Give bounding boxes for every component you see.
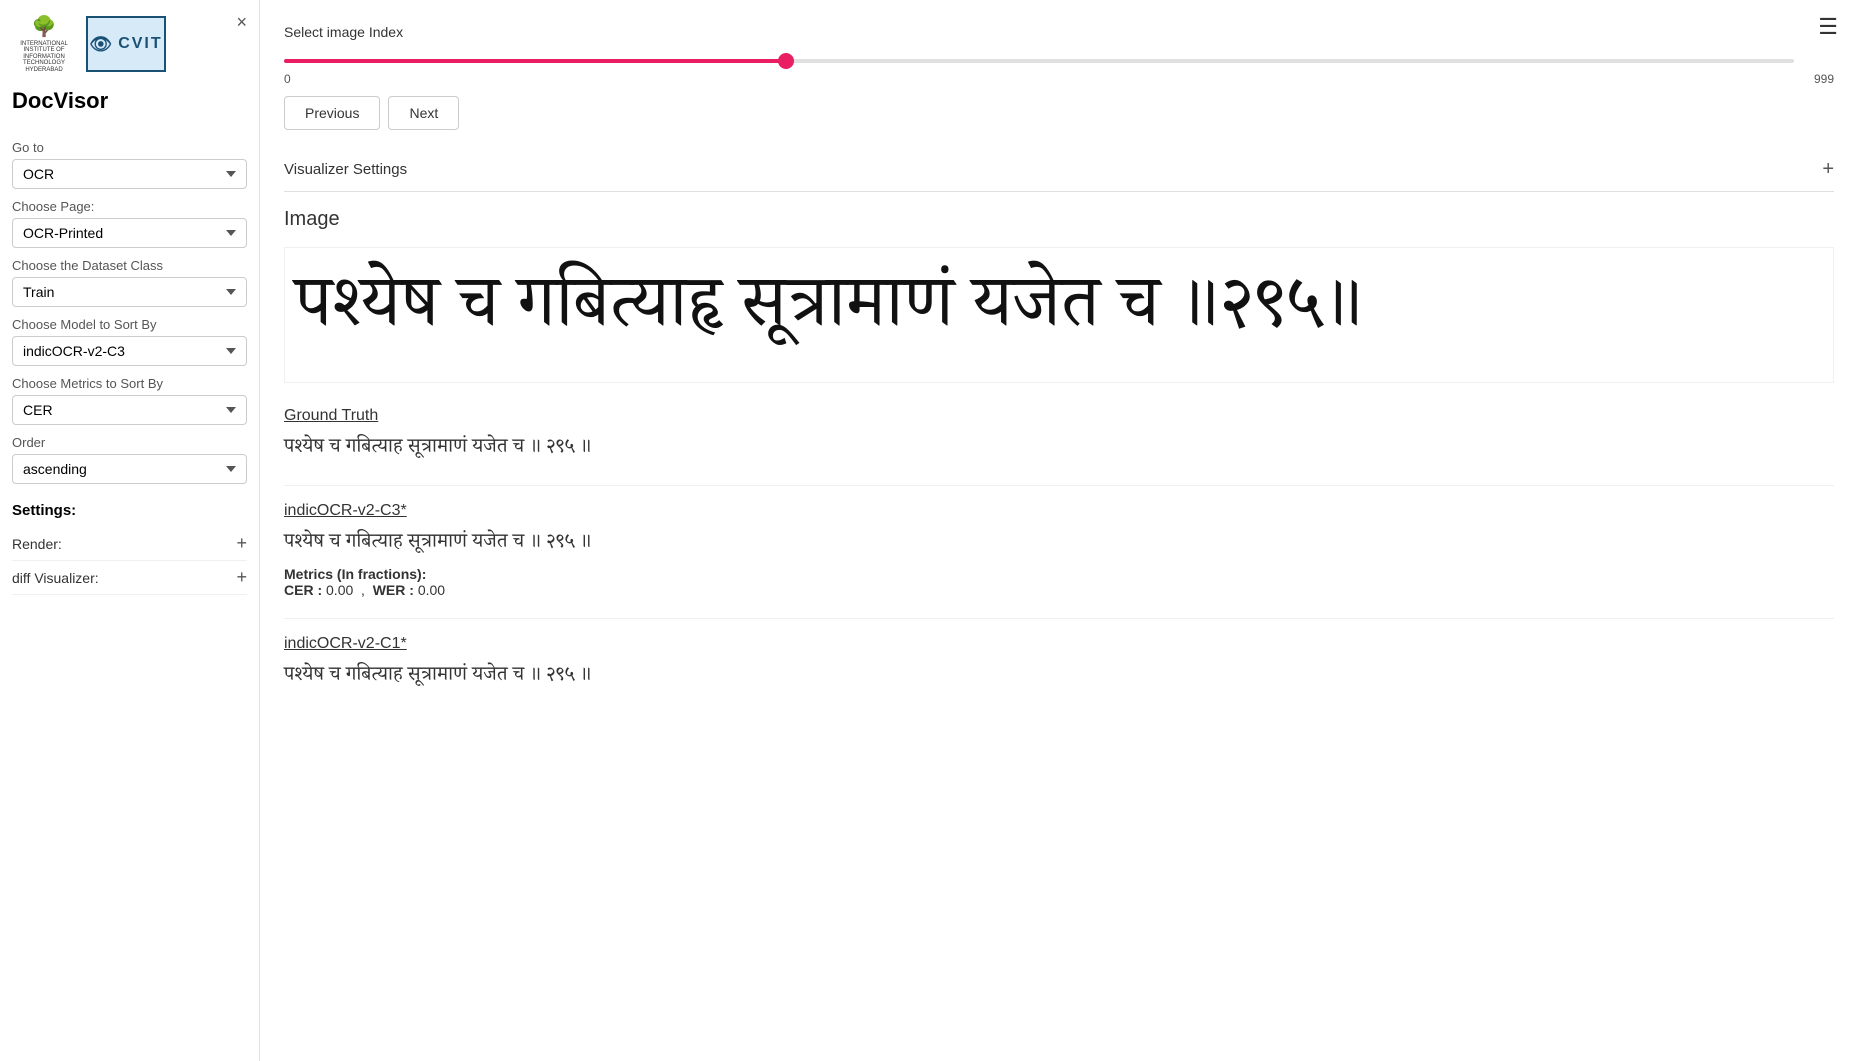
render-setting-row: Render: + [12,527,247,561]
slider-min-label: 0 [284,72,291,86]
cvit-logo: 👁 CVIT [86,16,166,72]
model1-wer-label: WER : [373,582,414,598]
model2-result-text: पश्येष च गबित्याह सूत्रामाणं यजेत च ॥ २९… [284,661,1834,693]
ground-truth-text: पश्येष च गबित्याह सूत्रामाणं यजेत च ॥ २९… [284,433,1834,465]
visualizer-settings-header[interactable]: Visualizer Settings + [284,148,1834,192]
model2-result-section: indicOCR-v2-C1* पश्येष च गबित्याह सूत्रा… [284,635,1834,693]
dataset-select[interactable]: Train Test Validation [12,277,247,307]
metrics-sort-select[interactable]: CER WER [12,395,247,425]
image-section-title: Image [284,208,1834,231]
divider-1 [284,485,1834,486]
tree-icon: 🌳 [32,15,57,39]
page-label: Choose Page: [12,199,247,214]
cvit-logo-text: CVIT [118,35,162,53]
model-sort-select[interactable]: indicOCR-v2-C3 indicOCR-v2-C1 indicOCR-v… [12,336,247,366]
ground-truth-section: Ground Truth पश्येष च गबित्याह सूत्रामाण… [284,407,1834,465]
app-title: DocVisor [12,88,247,114]
divider-2 [284,618,1834,619]
main-content: ☰ Select image Index 0 999 Previous Next… [260,0,1858,1061]
page-select[interactable]: OCR-Printed OCR-Handwritten [12,218,247,248]
model1-result-section: indicOCR-v2-C3* पश्येष च गबित्याह सूत्रा… [284,502,1834,598]
model1-cer-label: CER : [284,582,322,598]
close-button[interactable]: × [236,12,247,33]
model1-wer-value: 0.00 [418,582,445,598]
goto-label: Go to [12,140,247,155]
logos-container: 🌳 INTERNATIONAL INSTITUTE OF INFORMATION… [12,16,247,72]
image-index-slider[interactable] [284,59,1794,63]
eye-icon: 👁 [89,34,114,55]
settings-title: Settings: [12,502,247,519]
slider-max-label: 999 [1814,72,1834,86]
dataset-label: Choose the Dataset Class [12,258,247,273]
hamburger-menu-icon[interactable]: ☰ [1818,14,1838,40]
model1-title: indicOCR-v2-C3* [284,502,1834,520]
settings-section: Settings: Render: + diff Visualizer: + [12,502,247,595]
diff-label: diff Visualizer: [12,570,99,586]
render-expand-button[interactable]: + [236,533,247,554]
diff-setting-row: diff Visualizer: + [12,561,247,595]
visualizer-settings-label: Visualizer Settings [284,161,407,178]
previous-button[interactable]: Previous [284,96,380,130]
visualizer-expand-icon: + [1822,158,1834,181]
iiit-logo-text: INTERNATIONAL INSTITUTE OF INFORMATION T… [12,41,76,74]
next-button[interactable]: Next [388,96,459,130]
model2-title: indicOCR-v2-C1* [284,635,1834,653]
slider-range: 0 999 [284,72,1834,86]
goto-select[interactable]: OCR Layout Segmentation [12,159,247,189]
slider-label: Select image Index [284,24,1834,40]
order-label: Order [12,435,247,450]
navigation-buttons: Previous Next [284,96,1834,130]
metrics-sort-label: Choose Metrics to Sort By [12,376,247,391]
render-label: Render: [12,536,62,552]
ocr-image-text: पश्येष च गबित्याहृ सूत्रामाणं यजेत च ॥२९… [295,268,1823,362]
iiit-logo: 🌳 INTERNATIONAL INSTITUTE OF INFORMATION… [12,16,76,72]
sidebar: × 🌳 INTERNATIONAL INSTITUTE OF INFORMATI… [0,0,260,1061]
order-select[interactable]: ascending descending [12,454,247,484]
model1-metrics-header: Metrics (In fractions): [284,566,426,582]
model1-cer-value: 0.00 [326,582,353,598]
diff-expand-button[interactable]: + [236,567,247,588]
model-sort-label: Choose Model to Sort By [12,317,247,332]
model1-result-text: पश्येष च गबित्याह सूत्रामाणं यजेत च ॥ २९… [284,528,1834,560]
image-display: पश्येष च गबित्याहृ सूत्रामाणं यजेत च ॥२९… [284,247,1834,383]
model1-metrics: Metrics (In fractions): CER : 0.00 , WER… [284,566,1834,598]
ground-truth-title: Ground Truth [284,407,1834,425]
